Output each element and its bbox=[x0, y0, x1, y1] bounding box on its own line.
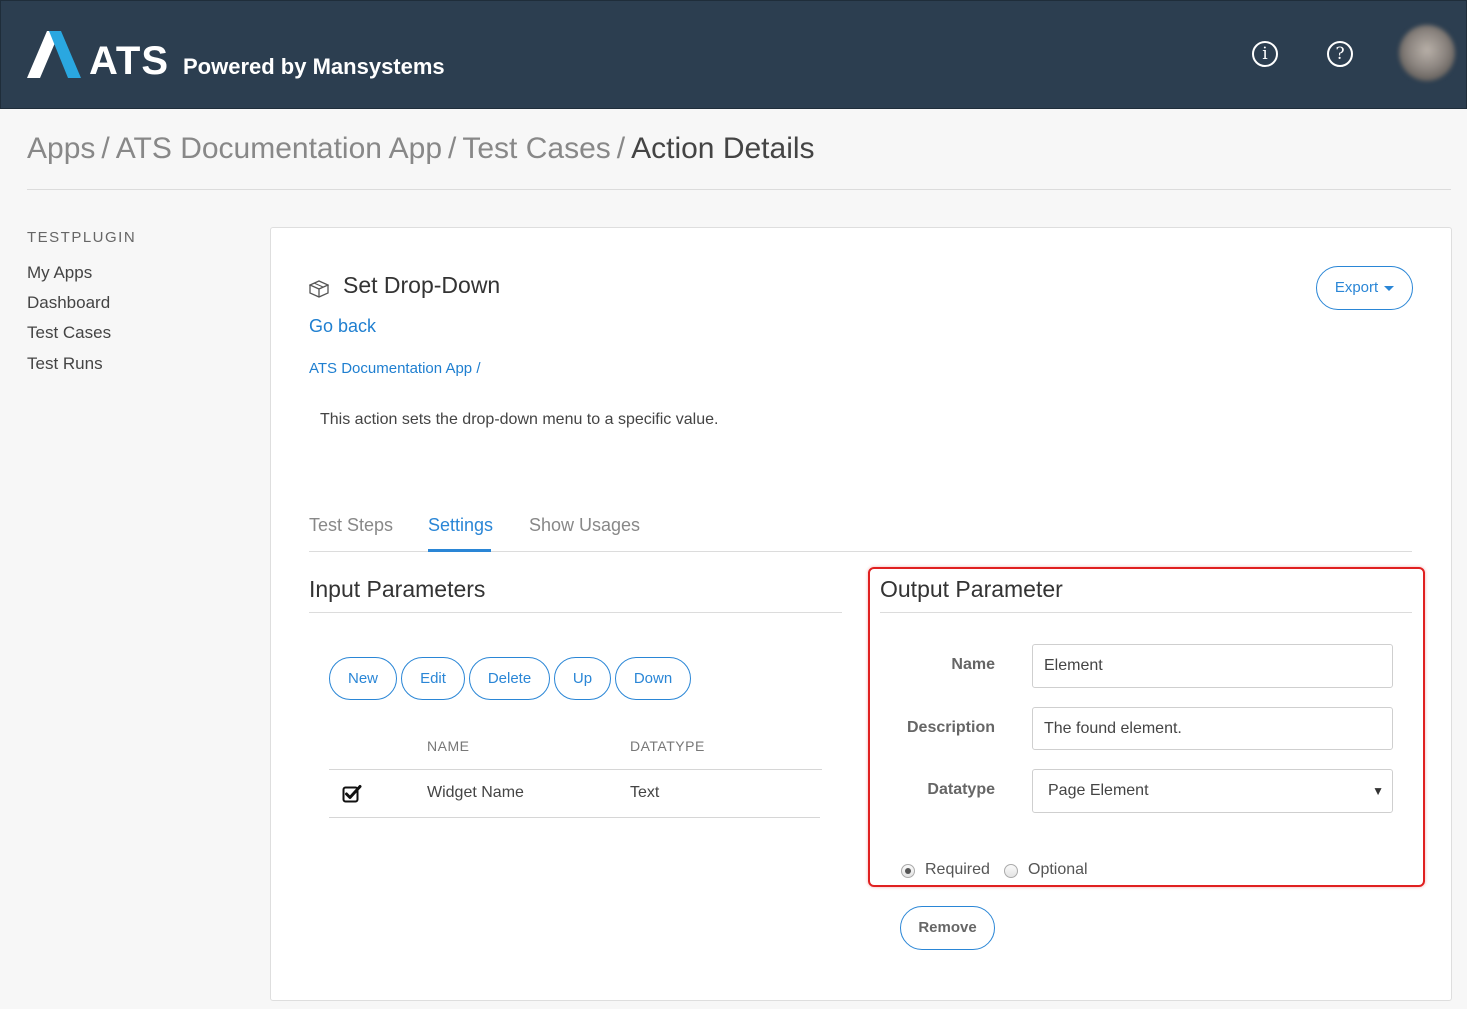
user-avatar[interactable] bbox=[1399, 25, 1455, 81]
input-parameters-divider bbox=[309, 612, 842, 613]
table-cell-name[interactable]: Widget Name bbox=[427, 784, 524, 802]
datatype-label: Datatype bbox=[927, 781, 995, 798]
breadcrumb-separator: / bbox=[616, 132, 626, 165]
breadcrumb-item-test-cases[interactable]: Test Cases bbox=[462, 132, 610, 165]
help-icon[interactable]: ? bbox=[1327, 41, 1353, 67]
active-tab-indicator bbox=[428, 549, 491, 552]
logo-text[interactable]: ATS bbox=[89, 39, 169, 83]
output-parameter-divider bbox=[880, 612, 1412, 613]
checkbox-checked-icon[interactable] bbox=[342, 784, 362, 804]
sidebar-item-my-apps[interactable]: My Apps bbox=[27, 263, 92, 283]
column-header-name[interactable]: NAME bbox=[427, 738, 469, 754]
export-label: Export bbox=[1334, 279, 1379, 296]
datatype-selected-value: Page Element bbox=[1048, 782, 1149, 799]
info-icon[interactable]: i bbox=[1252, 41, 1278, 67]
caret-down-icon bbox=[1384, 285, 1395, 291]
action-title: Set Drop-Down bbox=[343, 272, 501, 298]
delete-button[interactable]: Delete bbox=[469, 657, 550, 700]
table-header-divider bbox=[329, 769, 822, 770]
required-radio[interactable] bbox=[901, 864, 915, 878]
go-back-link[interactable]: Go back bbox=[309, 316, 376, 337]
column-header-datatype[interactable]: DATATYPE bbox=[630, 738, 705, 754]
breadcrumb-separator: / bbox=[101, 132, 110, 165]
top-navigation-bar: ATS Powered by Mansystems i ? bbox=[0, 0, 1467, 109]
sidebar-item-test-cases[interactable]: Test Cases bbox=[27, 323, 111, 343]
sidebar-item-test-runs[interactable]: Test Runs bbox=[27, 354, 103, 374]
action-description: This action sets the drop-down menu to a… bbox=[320, 411, 719, 428]
new-button[interactable]: New bbox=[329, 657, 397, 700]
table-row-divider bbox=[329, 817, 820, 818]
name-label: Name bbox=[951, 656, 995, 673]
remove-button[interactable]: Remove bbox=[900, 906, 995, 950]
sidebar-title: TESTPLUGIN bbox=[27, 229, 137, 246]
powered-by-text: Powered by Mansystems bbox=[183, 54, 445, 79]
up-button[interactable]: Up bbox=[554, 657, 611, 700]
sidebar-item-dashboard[interactable]: Dashboard bbox=[27, 293, 110, 313]
ats-logo-icon[interactable] bbox=[27, 31, 81, 78]
edit-button[interactable]: Edit bbox=[401, 657, 465, 700]
export-button[interactable]: Export bbox=[1316, 266, 1413, 310]
output-parameter-title: Output Parameter bbox=[880, 576, 1063, 602]
down-button[interactable]: Down bbox=[615, 657, 691, 700]
table-cell-datatype[interactable]: Text bbox=[630, 784, 659, 802]
breadcrumb-separator: / bbox=[448, 132, 457, 165]
breadcrumb-item-app[interactable]: ATS Documentation App bbox=[116, 132, 442, 165]
breadcrumb-current: Action Details bbox=[631, 132, 815, 165]
tab-test-steps[interactable]: Test Steps bbox=[309, 515, 393, 536]
cube-icon bbox=[309, 280, 329, 298]
description-label: Description bbox=[906, 719, 995, 736]
breadcrumb-divider bbox=[27, 189, 1451, 190]
tab-settings[interactable]: Settings bbox=[428, 515, 493, 536]
optional-label[interactable]: Optional bbox=[1028, 861, 1088, 879]
breadcrumb: Apps / ATS Documentation App / Test Cases / Ac… bbox=[27, 130, 815, 168]
datatype-select[interactable]: Page Element ▼ bbox=[1032, 769, 1393, 813]
required-label[interactable]: Required bbox=[925, 861, 990, 879]
optional-radio[interactable] bbox=[1004, 864, 1018, 878]
description-field[interactable]: The found element. bbox=[1032, 707, 1393, 750]
name-field[interactable]: Element bbox=[1032, 644, 1393, 688]
input-parameters-title: Input Parameters bbox=[309, 576, 486, 602]
app-link[interactable]: ATS Documentation App / bbox=[309, 360, 480, 377]
tab-show-usages[interactable]: Show Usages bbox=[529, 515, 640, 536]
breadcrumb-item-apps[interactable]: Apps bbox=[27, 132, 95, 165]
dropdown-arrow-icon[interactable]: ▼ bbox=[1372, 770, 1384, 812]
